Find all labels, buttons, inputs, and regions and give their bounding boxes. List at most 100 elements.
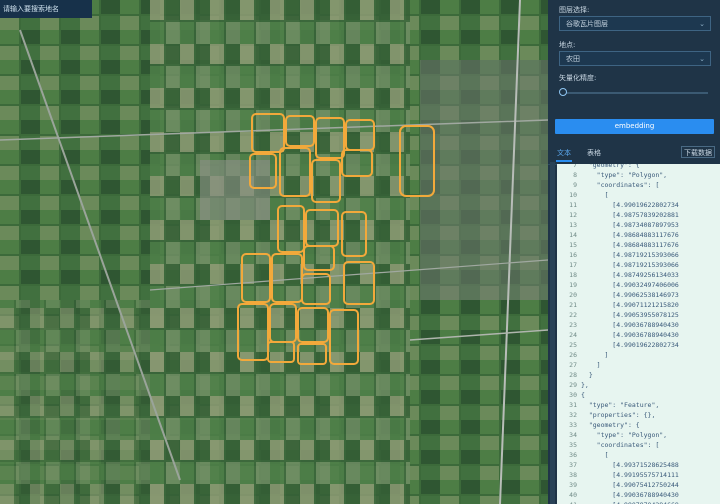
output-tabs: 文本 表格 下载数据	[548, 142, 720, 165]
line-number: 29	[569, 381, 577, 389]
code-line: 19 [4.99032497406006	[557, 280, 720, 290]
code-text: },	[581, 381, 589, 389]
embedding-button[interactable]: embedding	[555, 119, 714, 134]
line-number: 15	[569, 241, 577, 249]
line-number: 17	[569, 261, 577, 269]
code-text: "coordinates": [	[581, 441, 660, 449]
code-text: [4.99053955078125	[581, 311, 679, 319]
place-select-value: 农田	[566, 55, 580, 63]
code-text: [4.99062538146973	[581, 291, 679, 299]
code-line: 28 }	[557, 370, 720, 380]
code-text: "properties": {},	[581, 411, 656, 419]
code-text: [4.98757839202881	[581, 211, 679, 219]
code-text: [4.98684883117676	[581, 231, 679, 239]
code-line: 10 [	[557, 190, 720, 200]
geojson-text-output: 7 "geometry": {8 "type": "Polygon", 9 "co…	[557, 164, 720, 504]
code-line: 17 [4.98719215393066	[557, 260, 720, 270]
code-line: 26 ]	[557, 350, 720, 360]
code-line: 37 [4.99371528625488	[557, 460, 720, 470]
line-number: 38	[569, 471, 577, 479]
code-text: [4.98734087897953	[581, 221, 679, 229]
line-number: 22	[569, 311, 577, 319]
code-line: 13 [4.98734087897953	[557, 220, 720, 230]
chevron-down-icon: ⌄	[699, 20, 705, 28]
code-line: 22 [4.99053955078125	[557, 310, 720, 320]
line-number: 37	[569, 461, 577, 469]
line-number: 9	[573, 181, 577, 189]
line-number: 13	[569, 221, 577, 229]
line-number: 25	[569, 341, 577, 349]
line-number: 8	[573, 171, 577, 179]
line-number: 30	[569, 391, 577, 399]
line-number: 19	[569, 281, 577, 289]
search-input[interactable]: 请输入要搜索地名	[0, 0, 92, 18]
line-number: 23	[569, 321, 577, 329]
download-data-button[interactable]: 下载数据	[681, 146, 715, 158]
satellite-map[interactable]: 请输入要搜索地名	[0, 0, 548, 504]
code-text: [4.98684883117676	[581, 241, 679, 249]
layer-select-label: 图层选择:	[559, 6, 590, 14]
place-select[interactable]: 农田 ⌄	[559, 51, 711, 66]
code-text: [4.99195575714111	[581, 471, 679, 479]
line-number: 12	[569, 211, 577, 219]
code-text: "geometry": {	[581, 164, 640, 169]
code-text: [4.98719215393066	[581, 251, 679, 259]
side-panel: 图层选择: 谷歌瓦片图层 ⌄ 地点: 农田 ⌄ 矢量化精度: embedding…	[548, 0, 720, 504]
line-number: 10	[569, 191, 577, 199]
layer-select-value: 谷歌瓦片图层	[566, 20, 608, 28]
code-text: "geometry": {	[581, 421, 640, 429]
precision-label: 矢量化精度:	[559, 74, 597, 82]
code-line: 11 [4.99019622802734	[557, 200, 720, 210]
code-line: 14 [4.98684883117676	[557, 230, 720, 240]
tab-text[interactable]: 文本	[557, 148, 571, 158]
line-number: 20	[569, 291, 577, 299]
code-text: "type": "Polygon",	[581, 431, 668, 439]
line-number: 24	[569, 331, 577, 339]
code-text: [4.99371528625488	[581, 461, 679, 469]
place-select-label: 地点:	[559, 41, 576, 49]
active-tab-indicator	[556, 160, 572, 162]
line-number: 16	[569, 251, 577, 259]
code-line: 21 [4.99071121215820	[557, 300, 720, 310]
code-line: 9 "coordinates": [	[557, 180, 720, 190]
line-number: 36	[569, 451, 577, 459]
code-text: ]	[581, 361, 601, 369]
code-line: 23 [4.99036788940430	[557, 320, 720, 330]
code-line: 35 "coordinates": [	[557, 440, 720, 450]
line-number: 34	[569, 431, 577, 439]
code-text: "coordinates": [	[581, 181, 660, 189]
code-line: 38 [4.99195575714111	[557, 470, 720, 480]
line-number: 32	[569, 411, 577, 419]
code-line: 25 [4.99019622802734	[557, 340, 720, 350]
line-number: 11	[569, 201, 577, 209]
line-number: 33	[569, 421, 577, 429]
tab-table[interactable]: 表格	[587, 148, 601, 158]
line-number: 26	[569, 351, 577, 359]
layer-select[interactable]: 谷歌瓦片图层 ⌄	[559, 16, 711, 31]
code-line: 29},	[557, 380, 720, 390]
code-text: [4.99036788940430	[581, 331, 679, 339]
line-number: 35	[569, 441, 577, 449]
code-line: 32 "properties": {},	[557, 410, 720, 420]
code-line: 30 {	[557, 390, 720, 400]
code-line: 12 [4.98757839202881	[557, 210, 720, 220]
code-text: [4.99036788940430	[581, 491, 679, 499]
precision-slider-track[interactable]	[562, 92, 708, 94]
map-imagery	[0, 0, 548, 504]
code-text: [4.99019622802734	[581, 201, 679, 209]
code-text: "type": "Polygon",	[581, 171, 668, 179]
code-text: [4.98749256134033	[581, 271, 679, 279]
code-line: 39 [4.99075412750244	[557, 480, 720, 490]
line-number: 40	[569, 491, 577, 499]
scrollbar[interactable]	[550, 162, 555, 504]
line-number: 18	[569, 271, 577, 279]
line-number: 14	[569, 231, 577, 239]
code-text: [4.99071121215820	[581, 301, 679, 309]
line-number: 41	[557, 500, 577, 504]
code-line: 41 [4.99079704284668	[557, 500, 720, 504]
chevron-down-icon: ⌄	[699, 55, 705, 63]
code-line: 16 [4.98719215393066	[557, 250, 720, 260]
precision-slider-handle[interactable]	[559, 88, 567, 96]
code-text: [4.99036788940430	[581, 321, 679, 329]
code-text: [	[581, 451, 609, 459]
